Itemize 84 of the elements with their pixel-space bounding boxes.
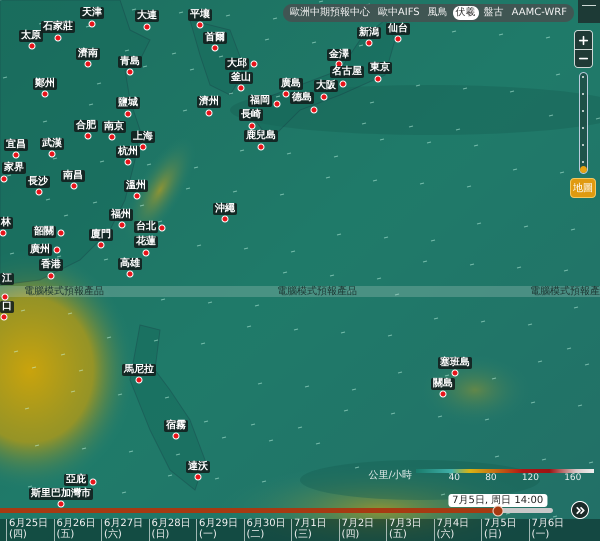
city-label: 鹿兒島 [244,130,278,142]
city-label: 花蓮 [134,236,158,248]
city-label: 仙台 [386,23,410,35]
city-label: 濟州 [197,96,221,108]
city-label: 大阪 [314,80,338,92]
city-label: 長崎 [239,109,263,121]
city-label: 廣州 [28,244,52,256]
city-label: 亞庇 [64,474,88,486]
legend-tick: 80 [485,473,497,484]
model-option[interactable]: 歐中AIFS [374,6,423,20]
model-option[interactable]: 歐洲中期預報中心 [286,6,373,20]
zoom-out-button[interactable] [574,49,592,67]
city-label: 鹽城 [116,97,140,109]
city-label: 金澤 [327,49,351,61]
city-label: 合肥 [74,120,98,132]
city-label: 廈門 [89,229,113,241]
city-label: 塞班島 [438,357,472,369]
model-option[interactable]: 伏羲 [452,6,479,20]
city-label: 鄭州 [33,78,57,90]
day-label[interactable]: 6月29日 (一) [196,519,244,541]
city-label: 青島 [118,56,142,68]
plus-icon [576,34,590,46]
city-label: 達沃 [186,461,210,473]
day-label[interactable]: 7月2日 (四) [338,519,386,541]
city-label: 福岡 [248,95,272,107]
city-label: 廣島 [279,78,303,90]
city-label: 德島 [290,92,314,104]
city-label: 家界 [2,162,26,174]
model-option[interactable]: 風鳥 [424,6,451,20]
city-label: 上海 [131,131,155,143]
city-label: 斯里巴加灣市 [29,488,93,500]
city-label: 高雄 [118,258,142,270]
city-label: 首爾 [203,32,227,44]
city-label: 關島 [431,378,455,390]
city-label: 新潟 [357,27,381,39]
city-label: 杭州 [116,146,140,158]
city-label: 韶關 [32,226,56,238]
city-label: 釜山 [229,72,253,84]
day-label[interactable]: 6月28日 (日) [148,519,196,541]
model-option[interactable]: AAMC-WRF [508,6,570,20]
day-label[interactable]: 6月26日 (五) [54,519,101,541]
city-label: 東京 [368,62,392,74]
city-label: 名古屋 [330,66,364,78]
day-label[interactable]: 7月1日 (三) [291,519,338,541]
city-label: 香港 [39,259,63,271]
city-label: 宜昌 [4,139,28,151]
city-label: 宿霧 [164,420,188,432]
zoom-in-button[interactable] [574,31,592,49]
banner-text: 電腦模式預報產 [530,286,600,297]
time-tooltip: 7月5日, 周日 14:00 [448,494,548,507]
legend-tick: 40 [448,473,460,484]
banner-text: 電腦模式預報產品 [24,286,104,297]
city-label: 馬尼拉 [122,364,156,376]
city-label: 武漢 [40,138,64,150]
day-label[interactable]: 7月4日 (六) [434,519,481,541]
city-label: 平壤 [188,9,212,21]
city-label: 大邱 [225,58,249,70]
city-label: 太原 [19,30,43,42]
legend-tick: 120 [522,473,540,484]
city-label: 南京 [102,121,126,133]
city-label: 江 [0,273,14,285]
legend-unit: 公里/小時 [368,470,412,482]
city-label: 南昌 [61,170,85,182]
day-label[interactable]: 7月5日 (日) [481,519,528,541]
day-label[interactable]: 6月27日 (六) [101,519,148,541]
city-label: 福州 [109,209,133,221]
city-label: 沖繩 [213,203,237,215]
city-label: 台北 [134,221,158,233]
legend-tick: 160 [564,473,582,484]
day-label[interactable]: 7月3日 (五) [386,519,434,541]
city-label: 大連 [135,10,159,22]
model-option[interactable]: 盤古 [480,6,507,20]
city-label: 石家莊 [41,21,75,33]
city-label: 天津 [80,7,104,19]
city-label: 林 [0,217,13,229]
city-label: 溫州 [124,180,148,192]
city-label: 濟南 [76,48,100,60]
city-label: 口 [0,301,14,313]
day-label[interactable]: 7月6日 (一) [528,519,576,541]
corner-panel[interactable] [578,0,600,23]
day-label[interactable]: 6月30日 (二) [244,519,291,541]
day-label[interactable]: 6月25日 (四) [6,519,54,541]
city-label: 長沙 [26,176,50,188]
banner-text: 電腦模式預報產品 [277,286,357,297]
